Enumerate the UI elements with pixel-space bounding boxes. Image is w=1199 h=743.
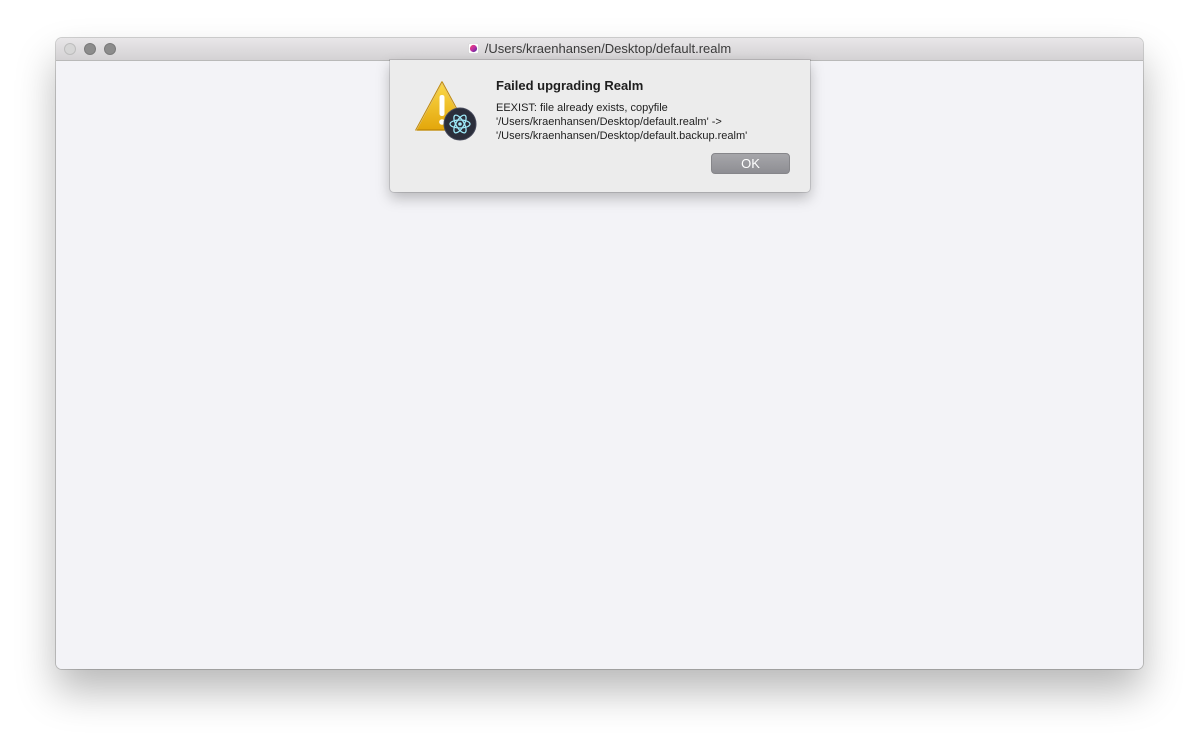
- dialog-message: EEXIST: file already exists, copyfile '/…: [496, 102, 748, 142]
- dialog-title: Failed upgrading Realm: [496, 78, 644, 93]
- ok-button[interactable]: OK: [711, 153, 790, 174]
- realm-app-icon: [467, 42, 479, 57]
- window-title-container: /Users/kraenhansen/Desktop/default.realm: [56, 41, 1143, 57]
- electron-app-icon: [443, 107, 477, 141]
- title-bar[interactable]: /Users/kraenhansen/Desktop/default.realm: [56, 38, 1143, 61]
- window-title: /Users/kraenhansen/Desktop/default.realm: [484, 41, 732, 56]
- dialog-icon-group: [414, 78, 480, 142]
- error-dialog: Failed upgrading Realm EEXIST: file alre…: [390, 60, 810, 192]
